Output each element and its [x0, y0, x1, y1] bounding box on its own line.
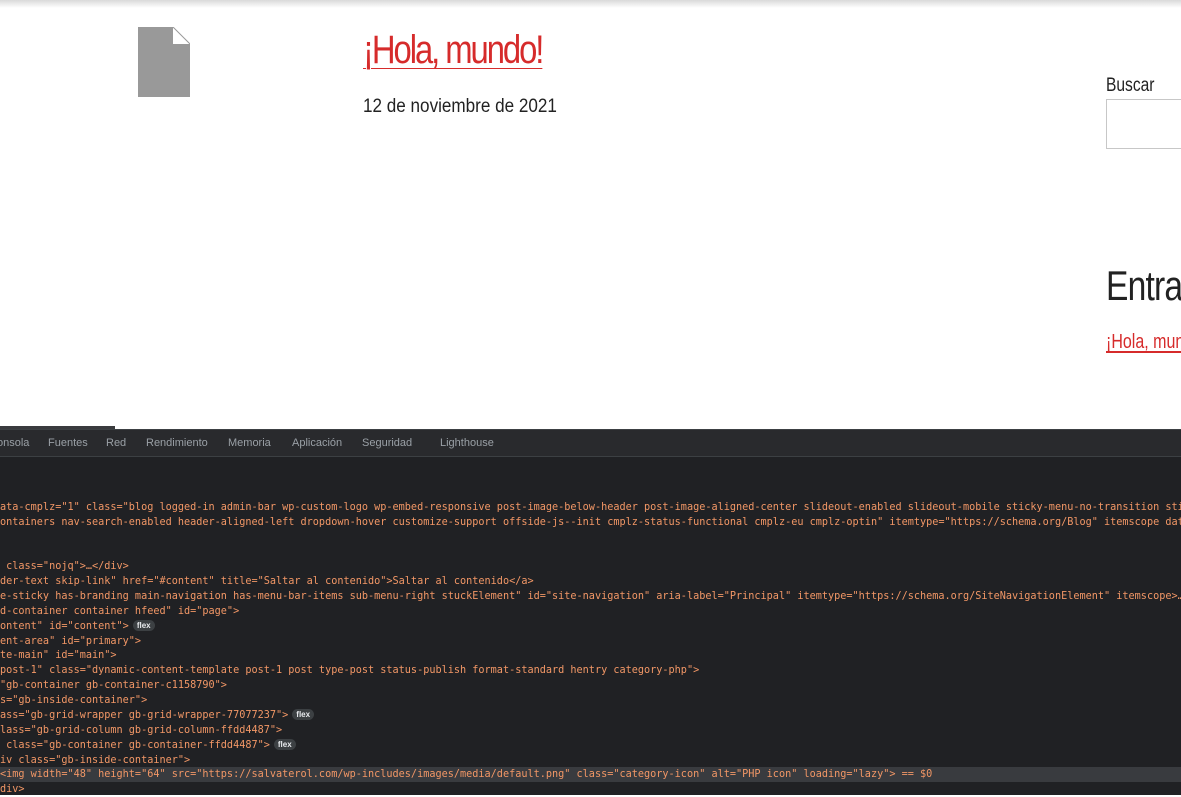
devtools-panel: onsola Fuentes Red Rendimiento Memoria A… — [0, 426, 1181, 795]
search-label: Buscar — [1106, 75, 1155, 96]
devtools-tab-bar: onsola Fuentes Red Rendimiento Memoria A… — [0, 426, 1181, 457]
flex-badge[interactable]: flex — [292, 709, 315, 720]
tab-security[interactable]: Seguridad — [362, 437, 412, 449]
dom-line[interactable]: ent-area" id="primary"> — [0, 634, 1181, 649]
dom-line[interactable]: e-sticky has-branding main-navigation ha… — [0, 589, 1181, 604]
dom-line[interactable]: s="gb-inside-container"> — [0, 693, 1181, 708]
tab-lighthouse[interactable]: Lighthouse — [440, 437, 494, 449]
dom-line[interactable]: te-main" id="main"> — [0, 648, 1181, 663]
dom-line[interactable]: class="nojq">…</div> — [0, 559, 1181, 574]
tab-console[interactable]: onsola — [0, 437, 29, 449]
flex-badge[interactable]: flex — [132, 620, 155, 631]
dom-line[interactable]: der-text skip-link" href="#content" titl… — [0, 574, 1181, 589]
dom-line[interactable]: iv class="gb-inside-container"> — [0, 753, 1181, 768]
category-document-icon — [138, 26, 191, 97]
dom-line-text: ass="gb-grid-wrapper gb-grid-wrapper-770… — [0, 710, 289, 721]
tab-sources[interactable]: Fuentes — [48, 437, 88, 449]
dom-line[interactable]: post-1" class="dynamic-content-template … — [0, 663, 1181, 678]
admin-bar-shadow — [0, 0, 1181, 8]
dom-line[interactable]: "gb-container gb-container-c1158790"> — [0, 678, 1181, 693]
dom-line[interactable]: ata-cmplz="1" class="blog logged-in admi… — [0, 500, 1181, 515]
dom-line-selected[interactable]: <img width="48" height="64" src="https:/… — [0, 767, 1181, 782]
search-input[interactable] — [1106, 99, 1181, 149]
dom-line[interactable]: class="gb-container gb-container-ffdd448… — [0, 738, 1181, 753]
post-date: 12 de noviembre de 2021 — [363, 96, 557, 117]
dom-line[interactable]: d-container container hfeed" id="page"> — [0, 604, 1181, 619]
recent-post-link[interactable]: ¡Hola, mundo — [1106, 331, 1181, 354]
flex-badge[interactable]: flex — [273, 739, 296, 750]
dom-line-text: ontent" id="content"> — [0, 621, 129, 632]
tab-application[interactable]: Aplicación — [292, 437, 342, 449]
dom-line[interactable]: ontainers nav-search-enabled header-alig… — [0, 515, 1181, 530]
recent-posts-heading: Entrad — [1106, 262, 1181, 309]
dom-line[interactable]: ass="gb-grid-wrapper gb-grid-wrapper-770… — [0, 708, 1181, 723]
dom-line-text: class="gb-container gb-container-ffdd448… — [0, 740, 270, 751]
tab-network[interactable]: Red — [106, 437, 126, 449]
dom-line[interactable]: lass="gb-grid-column gb-grid-column-ffdd… — [0, 723, 1181, 738]
dom-line[interactable]: ontent" id="content"> flex — [0, 619, 1181, 634]
tab-performance[interactable]: Rendimiento — [146, 437, 208, 449]
tab-memory[interactable]: Memoria — [228, 437, 271, 449]
devtools-active-tab-indicator — [0, 426, 115, 429]
post-title-link[interactable]: ¡Hola, mundo! — [363, 28, 544, 73]
